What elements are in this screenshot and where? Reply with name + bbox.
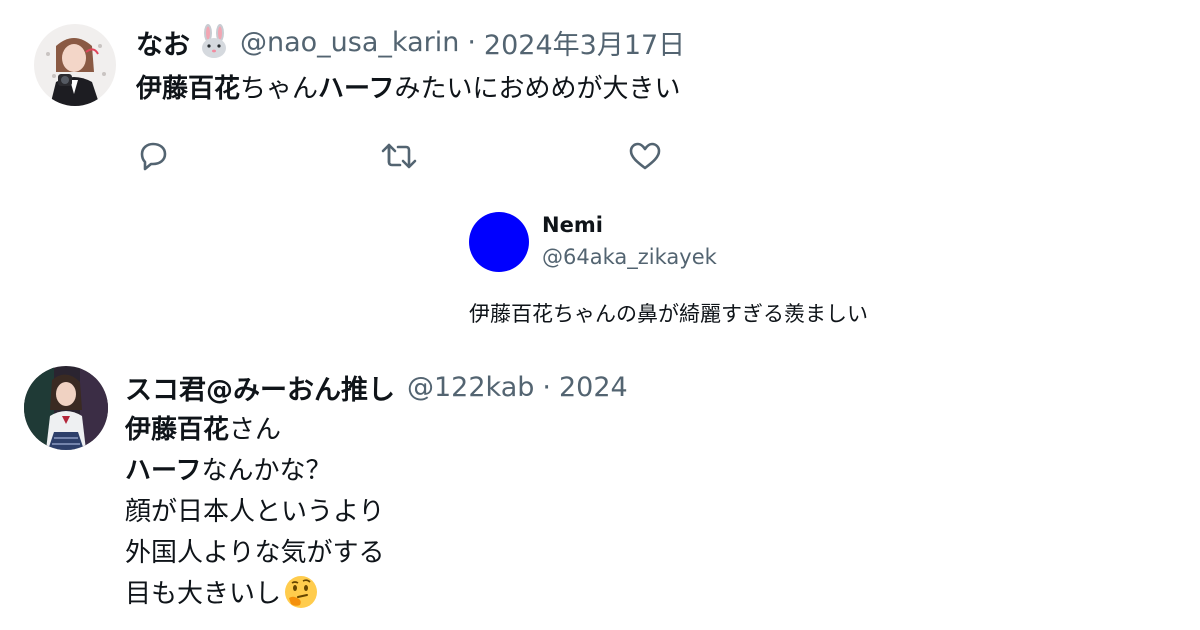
tweet-text-line: 外国人よりな気がする	[125, 538, 385, 568]
highlight-term: ハーフ	[125, 456, 202, 486]
rabbit-emoji-icon	[196, 24, 232, 60]
heart-icon	[627, 140, 663, 172]
tweet-text: 伊藤百花さん ハーフなんかな？ 顔が日本人というより 外国人よりな気がする 目も…	[125, 410, 384, 615]
separator-dot: ·	[542, 371, 551, 403]
author-name[interactable]: Nemi	[542, 213, 603, 237]
tweet-text: 伊藤百花ちゃんハーフみたいにおめめが大きい	[136, 70, 681, 108]
separator-dot: ·	[467, 26, 476, 58]
tweet-text-segment: 目も大きいし	[125, 579, 282, 609]
author-handle[interactable]: @64aka_zikayek	[542, 245, 717, 269]
tweet-text-segment: なんかな？	[201, 456, 332, 486]
author-handle[interactable]: @122kab	[407, 372, 534, 403]
avatar[interactable]	[469, 212, 529, 272]
tweet-actions	[0, 138, 1200, 174]
tweet-header: なお @nao_usa_karin · 2024年3月17日	[136, 22, 685, 62]
thinking-face-emoji-icon	[283, 574, 319, 610]
tweet-text-line: 伊藤百花さん	[125, 410, 384, 451]
tweet-date[interactable]: 2024年3月17日	[484, 23, 685, 62]
tweet-text-segment: ちゃん	[240, 74, 319, 104]
tweet-date[interactable]: 2024	[559, 372, 628, 403]
avatar[interactable]	[34, 24, 116, 106]
author-name[interactable]: スコ君@みーおん推し	[125, 368, 395, 407]
highlight-term: 伊藤百花	[136, 74, 241, 104]
tweet-header: スコ君@みーおん推し @122kab · 2024	[125, 367, 640, 407]
retweet-icon	[380, 140, 418, 172]
avatar[interactable]	[24, 366, 108, 450]
page: なお @nao_usa_karin · 2024年3月17日 伊藤百花ちゃんハー…	[0, 0, 1200, 630]
highlight-term: ハーフ	[318, 74, 395, 104]
like-button[interactable]	[626, 138, 664, 174]
tweet-text-line: 顔が日本人というより	[125, 497, 385, 527]
tweet-text-segment: さん	[229, 415, 282, 445]
reply-icon	[136, 140, 170, 172]
tweet-text-line: ハーフなんかな？	[125, 451, 384, 492]
tweet-text-line: 目も大きいし	[125, 574, 384, 615]
retweet-button[interactable]	[380, 138, 418, 174]
tweet-text-segment: みたいにおめめが大きい	[394, 74, 681, 104]
author-name[interactable]: なお	[136, 23, 190, 62]
highlight-term: 伊藤百花	[125, 415, 230, 445]
reply-text: 伊藤百花ちゃんの鼻が綺麗すぎる羨ましい	[469, 302, 868, 326]
author-handle[interactable]: @nao_usa_karin	[240, 27, 459, 58]
reply-button[interactable]	[134, 138, 172, 174]
